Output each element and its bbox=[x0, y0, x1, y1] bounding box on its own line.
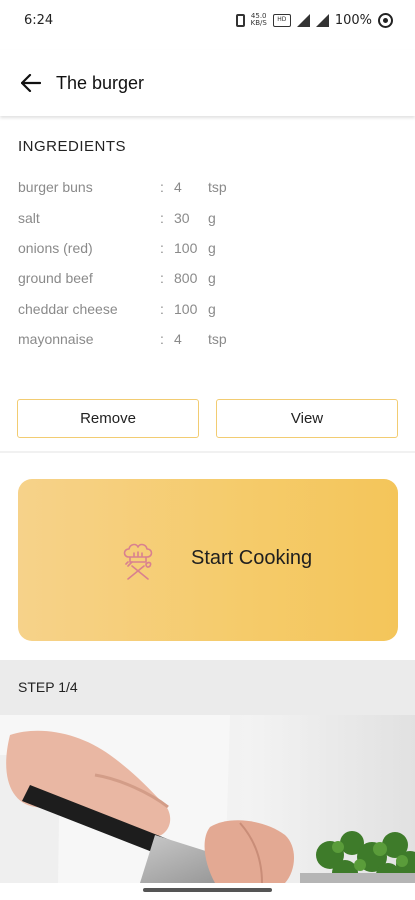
ingredient-unit: g bbox=[208, 300, 216, 317]
ingredient-unit: tsp bbox=[208, 331, 227, 348]
divider bbox=[0, 451, 415, 453]
ingredient-quantity: 30 bbox=[174, 209, 190, 226]
ingredient-row: ground beef : 800 g bbox=[18, 263, 398, 293]
ingredients-heading: INGREDIENTS bbox=[18, 138, 127, 155]
system-nav-bar bbox=[0, 883, 415, 900]
battery-level: 100% bbox=[334, 12, 372, 28]
ingredients-list: burger buns : 4 tsp salt : 30 g onions (… bbox=[18, 172, 398, 354]
ingredient-name: onions (red) bbox=[18, 239, 93, 256]
arrow-left-icon bbox=[21, 74, 41, 92]
ingredient-separator: : bbox=[160, 300, 164, 317]
hd-icon: HD bbox=[272, 13, 291, 27]
back-button[interactable] bbox=[9, 61, 53, 105]
ingredient-row: onions (red) : 100 g bbox=[18, 233, 398, 263]
start-cooking-label: Start Cooking bbox=[191, 547, 313, 569]
remove-button[interactable]: Remove bbox=[17, 399, 199, 438]
chef-hat-utensils-icon bbox=[123, 543, 153, 580]
ingredient-name: ground beef bbox=[18, 270, 93, 287]
start-cooking-button[interactable]: Start Cooking bbox=[18, 479, 398, 641]
ingredient-unit: g bbox=[208, 270, 216, 287]
network-speed: 45.0 KB/S bbox=[251, 13, 267, 27]
ingredient-row: salt : 30 g bbox=[18, 202, 398, 232]
status-bar: 6:24 45.0 KB/S HD 100% bbox=[0, 0, 415, 40]
vibrate-icon bbox=[235, 13, 245, 27]
ingredient-quantity: 800 bbox=[174, 270, 198, 287]
ingredient-actions: Remove View bbox=[17, 399, 398, 438]
ingredient-separator: : bbox=[160, 270, 164, 287]
clock: 6:24 bbox=[24, 12, 54, 28]
ingredient-name: mayonnaise bbox=[18, 331, 94, 348]
network-speed-unit: KB/S bbox=[250, 19, 267, 27]
ingredient-unit: g bbox=[208, 239, 216, 256]
page-title: The burger bbox=[56, 72, 145, 93]
step-header: STEP 1/4 bbox=[0, 660, 415, 715]
app-bar: The burger bbox=[0, 50, 415, 116]
ingredient-name: burger buns bbox=[18, 179, 93, 196]
signal-icon-2 bbox=[315, 13, 329, 27]
ingredient-separator: : bbox=[160, 239, 164, 256]
ingredient-separator: : bbox=[160, 179, 164, 196]
ingredient-quantity: 100 bbox=[174, 239, 198, 256]
ingredient-quantity: 4 bbox=[174, 331, 182, 348]
ingredient-name: cheddar cheese bbox=[18, 300, 118, 317]
ingredient-separator: : bbox=[160, 209, 164, 226]
ingredient-row: mayonnaise : 4 tsp bbox=[18, 324, 398, 354]
ingredient-row: cheddar cheese : 100 g bbox=[18, 294, 398, 324]
step-image bbox=[0, 715, 415, 883]
view-button[interactable]: View bbox=[216, 399, 398, 438]
status-icons: 45.0 KB/S HD 100% bbox=[235, 12, 393, 28]
signal-icon bbox=[296, 13, 310, 27]
step-photo bbox=[0, 715, 415, 883]
ingredient-name: salt bbox=[18, 209, 40, 226]
ingredient-row: burger buns : 4 tsp bbox=[18, 172, 398, 202]
ingredient-unit: g bbox=[208, 209, 216, 226]
ingredient-quantity: 100 bbox=[174, 300, 198, 317]
step-counter: STEP 1/4 bbox=[18, 679, 78, 695]
ingredient-unit: tsp bbox=[208, 179, 227, 196]
ingredient-quantity: 4 bbox=[174, 179, 182, 196]
home-indicator[interactable] bbox=[143, 888, 272, 892]
record-icon bbox=[378, 12, 393, 28]
ingredient-separator: : bbox=[160, 331, 164, 348]
